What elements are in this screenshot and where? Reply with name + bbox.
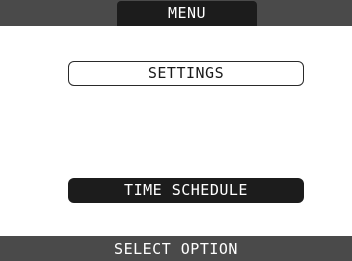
device-screen: MENU SETTINGS TIME SCHEDULE SELECT OPTIO… bbox=[0, 0, 352, 261]
screen-title: MENU bbox=[117, 1, 257, 26]
status-bar: SELECT OPTION bbox=[0, 236, 352, 261]
header-bar: MENU bbox=[0, 0, 352, 26]
menu-item-time-schedule[interactable]: TIME SCHEDULE bbox=[68, 178, 304, 203]
menu-item-settings[interactable]: SETTINGS bbox=[68, 61, 304, 86]
